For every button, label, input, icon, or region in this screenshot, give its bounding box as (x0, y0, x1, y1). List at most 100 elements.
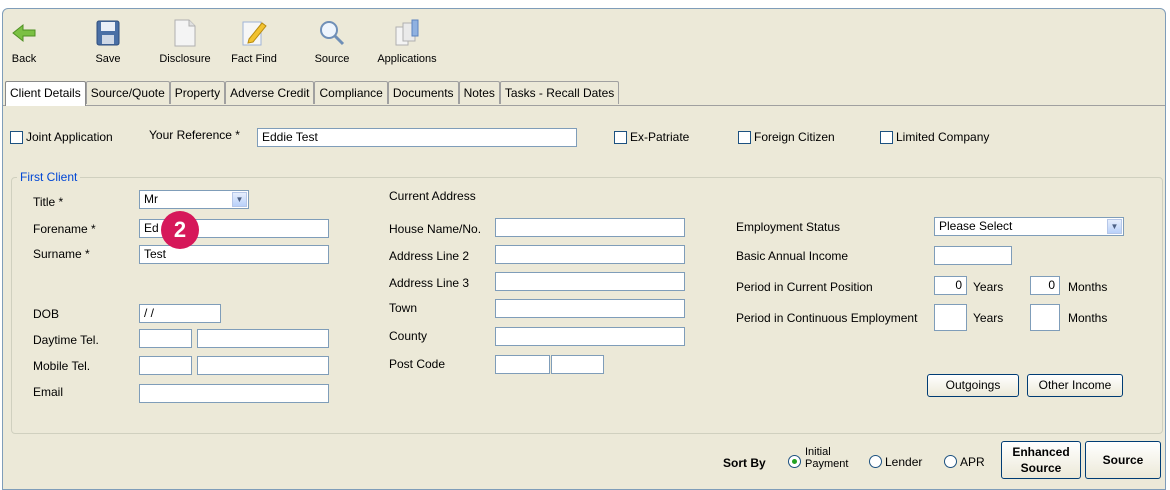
tab-client-details[interactable]: Client Details (5, 81, 86, 106)
employment-status-label: Employment Status (736, 220, 841, 234)
back-arrow-icon (7, 15, 41, 51)
magnifier-icon (309, 15, 355, 51)
dob-input[interactable]: / / (139, 304, 221, 323)
surname-input[interactable]: Test (139, 245, 329, 264)
save-button[interactable]: Save (83, 15, 133, 77)
foreign-citizen-checkbox[interactable] (738, 131, 751, 144)
address-line2-label: Address Line 2 (389, 249, 470, 263)
fact-find-button[interactable]: Fact Find (225, 15, 283, 77)
tab-strip-line (3, 105, 1165, 106)
house-name-input[interactable] (495, 218, 685, 237)
town-input[interactable] (495, 299, 685, 318)
mobile-tel-label: Mobile Tel. (33, 359, 91, 373)
mobile-tel-number-input[interactable] (197, 356, 329, 375)
apr-label: APR (960, 455, 985, 469)
daytime-tel-number-input[interactable] (197, 329, 329, 348)
stacked-documents-icon (369, 15, 445, 51)
daytime-tel-label: Daytime Tel. (33, 333, 99, 347)
house-name-label: House Name/No. (389, 222, 482, 236)
current-years-label: Years (973, 280, 1004, 294)
enhanced-source-line1: Enhanced (1012, 445, 1070, 459)
lender-radio[interactable] (869, 455, 882, 468)
tab-documents[interactable]: Documents (387, 81, 459, 104)
sort-by-label: Sort By (723, 456, 766, 470)
continuous-years-label: Years (973, 311, 1004, 325)
tab-property[interactable]: Property (169, 81, 226, 104)
tab-source-quote[interactable]: Source/Quote (85, 81, 170, 104)
continuous-employment-label: Period in Continuous Employment (736, 311, 918, 325)
source-toolbar-label: Source (314, 53, 350, 65)
tab-strip: Client Details Source/Quote Property Adv… (5, 81, 620, 106)
back-label: Back (11, 53, 37, 65)
save-label: Save (95, 53, 121, 65)
applications-label: Applications (377, 53, 437, 65)
current-address-heading: Current Address (389, 189, 476, 203)
apr-radio[interactable] (944, 455, 957, 468)
back-button[interactable]: Back (7, 15, 41, 77)
basic-income-label: Basic Annual Income (736, 249, 849, 263)
initial-payment-line2: Payment (805, 458, 849, 470)
disclosure-button[interactable]: Disclosure (153, 15, 217, 77)
address-line3-label: Address Line 3 (389, 276, 470, 290)
title-select[interactable]: Mr ▼ (139, 190, 249, 209)
limited-company-checkbox[interactable] (880, 131, 893, 144)
town-label: Town (389, 301, 418, 315)
continuous-years-input[interactable] (934, 304, 967, 331)
email-input[interactable] (139, 384, 329, 403)
foreign-citizen-label: Foreign Citizen (754, 130, 835, 144)
basic-income-input[interactable] (934, 246, 1012, 265)
tab-compliance[interactable]: Compliance (314, 81, 388, 104)
continuous-months-input[interactable] (1030, 304, 1060, 331)
initial-payment-label: Initial Payment (805, 446, 848, 470)
post-code-inward-input[interactable] (551, 355, 604, 374)
current-months-label: Months (1068, 280, 1108, 294)
application-window: Back Save Disclosure Fact Find Source Ap… (2, 8, 1166, 490)
current-position-label: Period in Current Position (736, 280, 873, 294)
employment-status-select[interactable]: Please Select ▼ (934, 217, 1124, 236)
title-label: Title * (33, 195, 64, 209)
pencil-note-icon (225, 15, 283, 51)
county-input[interactable] (495, 327, 685, 346)
ex-patriate-checkbox[interactable] (614, 131, 627, 144)
source-button[interactable]: Source (1085, 441, 1161, 479)
source-toolbar-button[interactable]: Source (309, 15, 355, 77)
enhanced-source-button[interactable]: Enhanced Source (1001, 441, 1081, 479)
applications-button[interactable]: Applications (369, 15, 445, 77)
joint-application-checkbox[interactable] (10, 131, 23, 144)
address-line3-input[interactable] (495, 272, 685, 291)
initial-payment-radio[interactable] (788, 455, 801, 468)
other-income-button[interactable]: Other Income (1027, 374, 1123, 397)
save-floppy-icon (83, 15, 133, 51)
current-position-years-input[interactable]: 0 (934, 276, 967, 295)
chevron-down-icon[interactable]: ▼ (1107, 219, 1122, 234)
surname-label: Surname * (33, 247, 90, 261)
lender-label: Lender (885, 455, 923, 469)
tab-adverse-credit[interactable]: Adverse Credit (225, 81, 315, 104)
post-code-outward-input[interactable] (495, 355, 550, 374)
first-client-title: First Client (17, 170, 81, 184)
enhanced-source-line2: Source (1020, 461, 1062, 475)
email-label: Email (33, 385, 64, 399)
your-reference-input[interactable]: Eddie Test (257, 128, 577, 147)
daytime-tel-code-input[interactable] (139, 329, 192, 348)
current-position-months-input[interactable]: 0 (1030, 276, 1060, 295)
initial-payment-line1: Initial (805, 446, 831, 458)
step-number-badge: 2 (161, 211, 199, 249)
tab-tasks-recall-dates[interactable]: Tasks - Recall Dates (499, 81, 620, 104)
title-value: Mr (144, 192, 158, 206)
outgoings-button[interactable]: Outgoings (927, 374, 1019, 397)
document-icon (153, 15, 217, 51)
tab-notes[interactable]: Notes (458, 81, 500, 104)
chevron-down-icon[interactable]: ▼ (232, 192, 247, 207)
joint-application-label: Joint Application (26, 130, 113, 144)
address-line2-input[interactable] (495, 245, 685, 264)
fact-find-label: Fact Find (231, 53, 277, 65)
ex-patriate-label: Ex-Patriate (630, 130, 690, 144)
disclosure-label: Disclosure (159, 53, 211, 65)
employment-status-value: Please Select (939, 219, 1013, 233)
county-label: County (389, 329, 428, 343)
mobile-tel-code-input[interactable] (139, 356, 192, 375)
your-reference-label: Your Reference * (149, 128, 240, 142)
continuous-months-label: Months (1068, 311, 1108, 325)
dob-label: DOB (33, 307, 60, 321)
